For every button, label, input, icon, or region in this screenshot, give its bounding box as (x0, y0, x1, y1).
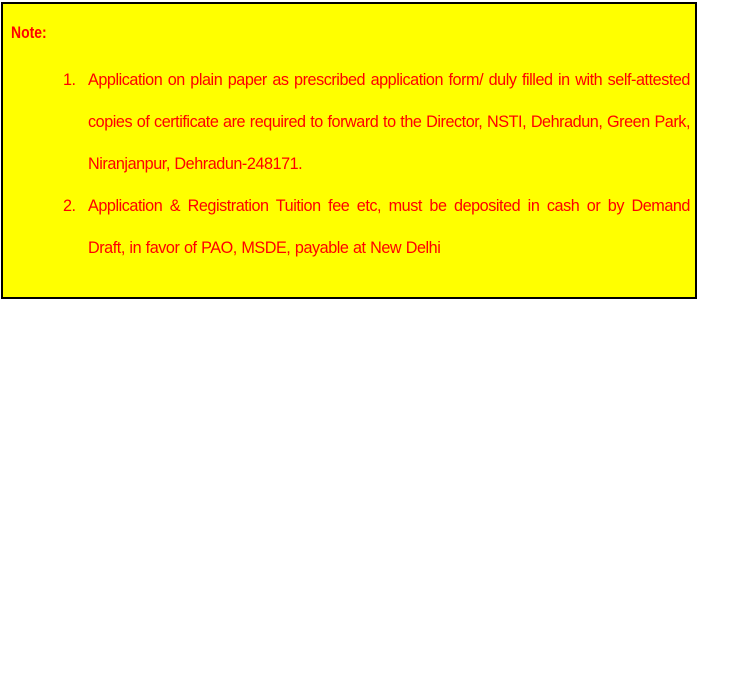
list-item-text: Application & Registration Tuition fee e… (88, 197, 690, 257)
list-item-number: 2. (63, 197, 76, 215)
list-item-text: Application on plain paper as prescribed… (88, 71, 690, 173)
note-list: 1. Application on plain paper as prescri… (60, 59, 690, 269)
list-item: 2. Application & Registration Tuition fe… (60, 185, 690, 269)
list-item: 1. Application on plain paper as prescri… (60, 59, 690, 185)
note-title: Note: (11, 23, 47, 42)
list-item-number: 1. (63, 71, 76, 89)
note-box: Note: 1. Application on plain paper as p… (1, 2, 697, 299)
